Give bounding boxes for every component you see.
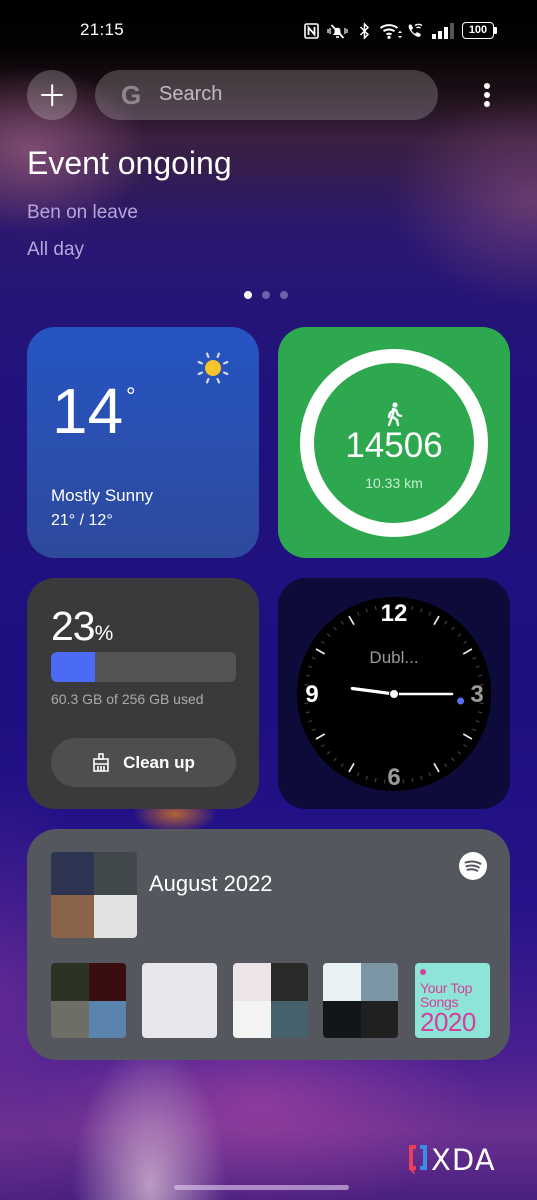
clean-up-button[interactable]: Clean up — [51, 738, 236, 787]
album-cover — [88, 963, 126, 1001]
step-count: 14506 — [345, 426, 443, 465]
wifi-icon — [379, 24, 402, 39]
numeral-9: 9 — [305, 681, 318, 708]
album-cover — [94, 895, 137, 938]
search-bar[interactable]: G Search — [95, 70, 438, 120]
second-indicator-dot — [457, 697, 465, 705]
album-cover — [51, 895, 94, 938]
clock-center-pin — [389, 689, 399, 699]
home-indicator[interactable] — [174, 1185, 349, 1190]
sun-ray — [197, 360, 204, 365]
xda-text: XDA — [431, 1143, 496, 1176]
playlist-tile[interactable]: Your Top Songs 2020 — [415, 963, 490, 1038]
top-songs-year: 2020 — [420, 1007, 476, 1037]
album-cover — [88, 1000, 126, 1038]
world-clock-widget[interactable]: 12 3 6 9 Dubl... — [278, 578, 510, 809]
clock-city: Dubl... — [369, 648, 418, 667]
spotify-icon[interactable] — [459, 852, 487, 880]
album-cover — [360, 1000, 398, 1038]
playlist-cover-collage[interactable] — [51, 852, 137, 938]
broom-icon — [93, 753, 109, 772]
search-placeholder: Search — [159, 83, 223, 105]
storage-widget[interactable]: 23% 60.3 GB of 256 GB used Clean up — [27, 578, 259, 809]
google-g-icon: G — [121, 80, 142, 110]
sun-icon — [197, 352, 229, 384]
sun-ray — [197, 371, 204, 376]
sun-ray — [222, 371, 229, 376]
status-time: 21:15 — [80, 20, 125, 39]
event-time: All day — [27, 239, 85, 260]
xda-watermark: XDA — [409, 1143, 496, 1176]
battery-level: 100 — [462, 22, 494, 39]
page-dot[interactable] — [262, 291, 270, 299]
sun-ray — [205, 352, 210, 359]
storage-usage-fill — [51, 652, 95, 682]
album-cover — [51, 1000, 89, 1038]
page-indicator — [244, 291, 288, 301]
spotify-widget[interactable]: August 2022 Your Top Songs 2020 — [27, 829, 510, 1060]
playlist-tile[interactable] — [51, 963, 126, 1038]
numeral-3: 3 — [470, 681, 483, 708]
storage-usage-bar — [51, 652, 236, 682]
clock-face: 12 3 6 9 Dubl... — [297, 597, 491, 791]
sun-ray — [216, 352, 221, 359]
album-cover — [51, 852, 94, 895]
album-cover — [360, 963, 398, 1001]
signal-icon — [432, 23, 454, 39]
temperature-range: 21° / 12° — [51, 512, 113, 529]
bluetooth-icon — [359, 22, 370, 40]
top-songs-dot — [420, 969, 426, 975]
clean-up-label: Clean up — [123, 752, 195, 772]
event-name: Ben on leave — [27, 202, 138, 223]
numeral-6: 6 — [387, 764, 400, 791]
sun-ray — [216, 377, 221, 384]
playlist-title[interactable]: August 2022 — [149, 871, 273, 897]
top-songs-text: Your Top — [420, 980, 473, 996]
weather-widget[interactable]: 14 ° Mostly Sunny 21° / 12° — [27, 327, 259, 558]
event-title[interactable]: Event ongoing — [27, 145, 232, 182]
album-cover — [51, 963, 89, 1001]
step-distance: 10.33 km — [365, 475, 423, 491]
sun-ray — [222, 360, 229, 365]
album-cover — [270, 1000, 308, 1038]
page-dot[interactable] — [244, 291, 252, 299]
page-dot[interactable] — [280, 291, 288, 299]
degree-symbol: ° — [126, 383, 136, 410]
album-cover — [233, 963, 271, 1001]
nfc-icon — [304, 23, 319, 39]
album-cover — [323, 1000, 361, 1038]
album-cover — [270, 963, 308, 1001]
numeral-12: 12 — [381, 600, 408, 627]
album-cover — [142, 963, 217, 1038]
weather-condition: Mostly Sunny — [51, 486, 154, 505]
album-cover — [94, 852, 137, 895]
current-temperature: 14 — [52, 375, 124, 447]
steps-widget[interactable]: 14506 10.33 km — [278, 327, 510, 558]
mute-vibrate-icon — [327, 24, 348, 39]
album-cover — [323, 963, 361, 1001]
more-options-button[interactable] — [477, 80, 497, 110]
playlist-tile[interactable] — [323, 963, 398, 1038]
playlist-tile[interactable] — [142, 963, 217, 1038]
walking-icon — [387, 402, 403, 426]
add-widget-button[interactable] — [27, 70, 77, 120]
playlist-tile[interactable] — [233, 963, 308, 1038]
album-cover — [233, 1000, 271, 1038]
storage-percent: 23% — [51, 603, 114, 649]
battery-icon: 100 — [462, 22, 497, 39]
wifi-calling-icon — [408, 23, 423, 37]
storage-detail: 60.3 GB of 256 GB used — [51, 691, 204, 707]
sun-ray — [205, 377, 210, 384]
